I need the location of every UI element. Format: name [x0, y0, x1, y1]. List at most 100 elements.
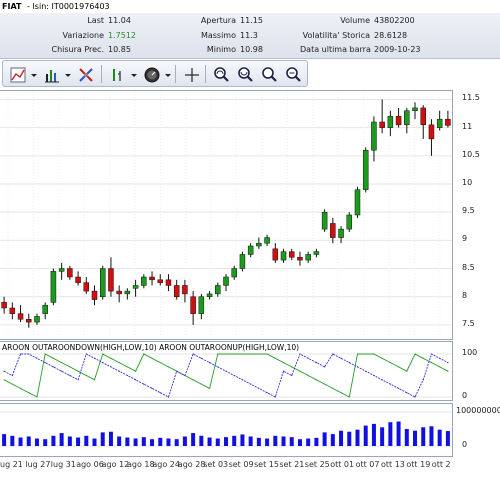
candle[interactable]	[239, 251, 246, 272]
candle[interactable]	[26, 313, 32, 328]
volume-bar[interactable]	[256, 437, 261, 446]
candle[interactable]	[34, 313, 40, 325]
candle[interactable]	[321, 209, 328, 232]
candle[interactable]	[231, 265, 237, 280]
volume-bar[interactable]	[174, 439, 179, 446]
tools-icon[interactable]	[75, 64, 95, 84]
candle[interactable]	[165, 274, 172, 292]
volume-bar[interactable]	[34, 438, 39, 446]
volume-bar[interactable]	[306, 438, 311, 446]
candle[interactable]	[280, 248, 287, 263]
volume-bar[interactable]	[273, 435, 278, 446]
volume-bar[interactable]	[191, 433, 196, 446]
candle[interactable]	[116, 285, 122, 303]
volume-bar[interactable]	[322, 432, 327, 446]
candle[interactable]	[272, 243, 279, 263]
volume-bar[interactable]	[76, 437, 81, 447]
volume-bar[interactable]	[371, 423, 376, 446]
volume-bar[interactable]	[404, 429, 409, 446]
candle[interactable]	[215, 282, 221, 297]
volume-bar[interactable]	[289, 437, 294, 446]
price-panel[interactable]	[0, 90, 452, 340]
candle[interactable]	[445, 110, 451, 128]
candle[interactable]	[404, 107, 410, 134]
volume-bar[interactable]	[158, 437, 163, 446]
chart-type-icon[interactable]	[41, 64, 61, 84]
candle[interactable]	[264, 234, 270, 246]
candle[interactable]	[305, 251, 311, 263]
volume-bar[interactable]	[207, 437, 212, 447]
candle[interactable]	[313, 248, 320, 258]
candle[interactable]	[17, 305, 24, 323]
candle[interactable]	[379, 99, 385, 134]
volume-bar[interactable]	[92, 438, 97, 446]
zoom-reset-icon[interactable]	[283, 64, 303, 84]
candle[interactable]	[436, 110, 443, 131]
volume-bar[interactable]	[100, 432, 105, 446]
candle[interactable]	[67, 265, 73, 280]
volume-bar[interactable]	[108, 431, 113, 446]
candle[interactable]	[42, 302, 48, 320]
zoom-out-icon[interactable]	[235, 64, 255, 84]
volume-bar[interactable]	[297, 439, 302, 446]
volume-bar[interactable]	[215, 438, 220, 446]
volume-bar[interactable]	[43, 439, 48, 446]
candle[interactable]	[99, 265, 106, 300]
volume-bar[interactable]	[84, 435, 89, 446]
candle[interactable]	[91, 285, 98, 306]
volume-bar[interactable]	[429, 426, 434, 446]
volume-bar[interactable]	[248, 436, 253, 446]
candle[interactable]	[50, 268, 57, 306]
price-chart[interactable]	[0, 91, 452, 339]
volume-bar[interactable]	[240, 434, 245, 446]
volume-bar[interactable]	[10, 435, 15, 446]
volume-bar[interactable]	[182, 436, 187, 446]
chart-type-dropdown-icon[interactable]	[63, 64, 71, 84]
candle[interactable]	[173, 279, 180, 300]
candle[interactable]	[132, 279, 139, 297]
candle[interactable]	[288, 248, 295, 261]
volume-bar[interactable]	[330, 434, 335, 446]
zoom-icon[interactable]	[259, 64, 279, 84]
candle[interactable]	[190, 291, 196, 325]
volume-bar[interactable]	[421, 427, 426, 446]
volume-bar[interactable]	[281, 436, 286, 446]
volume-bar[interactable]	[141, 437, 146, 446]
candle[interactable]	[387, 110, 394, 137]
volume-panel[interactable]	[0, 403, 452, 457]
candle[interactable]	[354, 186, 361, 218]
candle[interactable]	[108, 257, 114, 297]
candle[interactable]	[346, 212, 353, 232]
volume-bar[interactable]	[67, 436, 72, 446]
candle[interactable]	[198, 293, 205, 320]
candle[interactable]	[371, 116, 377, 162]
volume-bar[interactable]	[199, 435, 204, 446]
volume-bar[interactable]	[380, 427, 385, 446]
volume-bar[interactable]	[265, 438, 270, 446]
volume-bar[interactable]	[18, 437, 23, 447]
volume-bar[interactable]	[2, 434, 7, 446]
drawing-dropdown-icon[interactable]	[29, 64, 37, 84]
candle[interactable]	[124, 288, 131, 300]
volume-bar[interactable]	[224, 437, 228, 446]
volume-bar[interactable]	[396, 421, 401, 446]
candle[interactable]	[420, 105, 426, 139]
candle[interactable]	[83, 277, 90, 294]
zoom-in-icon[interactable]	[211, 64, 231, 84]
candle[interactable]	[157, 274, 164, 286]
candle[interactable]	[330, 217, 336, 244]
volume-bar[interactable]	[117, 436, 122, 446]
crosshair-icon[interactable]	[181, 64, 201, 84]
period-icon[interactable]	[141, 64, 161, 84]
volume-bar[interactable]	[445, 431, 450, 446]
volume-bar[interactable]	[347, 431, 352, 446]
candle[interactable]	[149, 271, 155, 286]
candle[interactable]	[141, 274, 147, 289]
volume-bar[interactable]	[363, 425, 368, 446]
candle[interactable]	[297, 251, 303, 266]
indicator-dropdown-icon[interactable]	[129, 64, 137, 84]
candle[interactable]	[395, 107, 402, 128]
candle[interactable]	[247, 243, 254, 258]
volume-bar[interactable]	[133, 438, 138, 446]
candle[interactable]	[362, 147, 369, 193]
